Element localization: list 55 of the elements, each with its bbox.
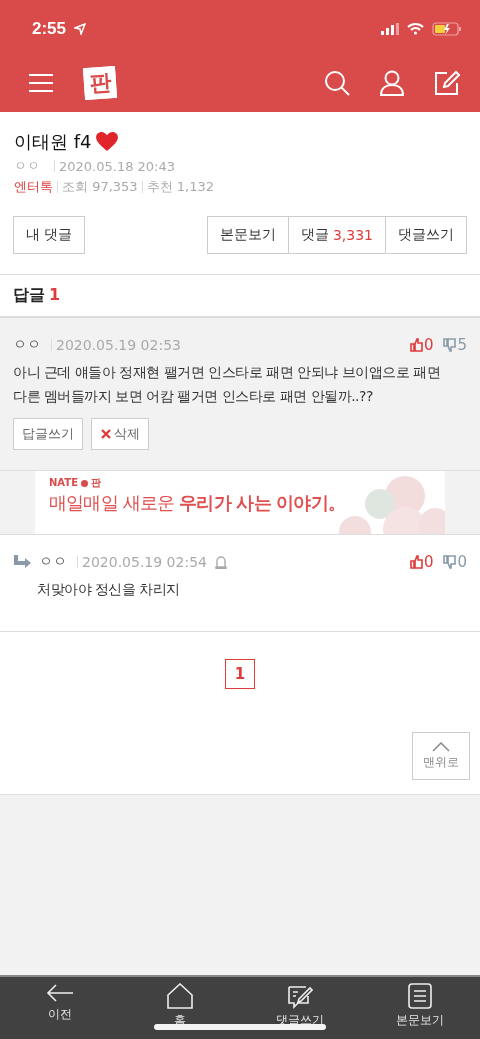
menu-button[interactable] <box>28 73 54 93</box>
like-count: 0 <box>423 553 434 571</box>
search-button[interactable] <box>324 70 350 96</box>
battery-icon <box>432 22 462 36</box>
comment-edit-icon <box>287 983 313 1009</box>
document-icon <box>408 983 432 1009</box>
thumbs-up-icon <box>409 338 423 352</box>
back-arrow-icon <box>46 983 74 1003</box>
recommend-count: 추천 1,132 <box>146 178 214 196</box>
comment-text: 처맞아야 정신을 차리지 <box>36 580 181 599</box>
post-author: ㅇㅇ <box>14 157 40 175</box>
dislike-count: 0 <box>457 553 467 571</box>
reply-button[interactable]: 답글쓰기 <box>13 418 83 450</box>
page-button[interactable]: 1 <box>225 659 255 689</box>
ad-text: 매일매일 새로운 우리가 사는 이야기。 <box>49 491 346 515</box>
my-comments-button[interactable]: 내 댓글 <box>13 216 86 254</box>
write-button[interactable] <box>434 70 460 96</box>
thumbs-down-icon <box>443 555 457 569</box>
comment-date: 2020.05.19 02:54 <box>82 554 207 570</box>
ad-brand-sub: 판 <box>91 477 101 489</box>
location-icon <box>74 23 87 35</box>
comment-author: ㅇㅇ <box>39 553 67 571</box>
delete-button[interactable]: 삭제 <box>91 418 149 450</box>
comments-button[interactable]: 댓글 3,331 <box>288 216 386 254</box>
post-title: 이태원 f4 <box>14 130 92 154</box>
ad-brand: NATE <box>49 477 78 489</box>
replies-label: 답글 <box>13 285 45 306</box>
heart-icon <box>95 132 118 152</box>
brand-dot-icon <box>81 479 88 487</box>
post-category[interactable]: 엔터톡 <box>14 178 53 196</box>
signal-icon <box>381 23 399 35</box>
chevron-up-icon <box>432 741 450 752</box>
wifi-icon <box>407 23 424 35</box>
post-date: 2020.05.18 20:43 <box>59 158 176 174</box>
replies-count: 1 <box>49 285 61 306</box>
nav-item[interactable]: 본문보기 <box>360 977 480 1039</box>
close-icon <box>100 428 112 440</box>
logo[interactable]: 판 <box>82 65 118 101</box>
thumbs-down-icon <box>443 338 457 352</box>
like-count: 0 <box>423 336 434 354</box>
write-comment-button[interactable]: 댓글쓰기 <box>386 216 467 254</box>
profile-button[interactable] <box>380 70 404 96</box>
comment-date: 2020.05.19 02:53 <box>56 337 181 353</box>
reply-arrow-icon <box>13 555 33 569</box>
nav-item[interactable]: 이전 <box>0 977 120 1039</box>
back-to-top-button[interactable]: 맨위로 <box>412 732 470 780</box>
thumbs-up-icon <box>409 555 423 569</box>
home-icon <box>167 983 193 1009</box>
view-count: 조회 97,353 <box>62 178 138 196</box>
comment-author: ㅇㅇ <box>13 336 41 354</box>
dislike-count: 5 <box>457 336 467 354</box>
status-time: 2:55 <box>32 19 67 39</box>
comment-text: 아니 근데 얘들아 정재현 팰거면 인스타로 패면 안되냐 브이앱으로 패면 다른 멤버들까지 보면 어캄 팰거면 인스타로 패면 안될까..?? <box>13 363 442 406</box>
ad-banner[interactable]: NATE 판 매일매일 새로운 우리가 사는 이야기。 <box>35 471 445 534</box>
view-body-button[interactable]: 본문보기 <box>206 216 289 254</box>
